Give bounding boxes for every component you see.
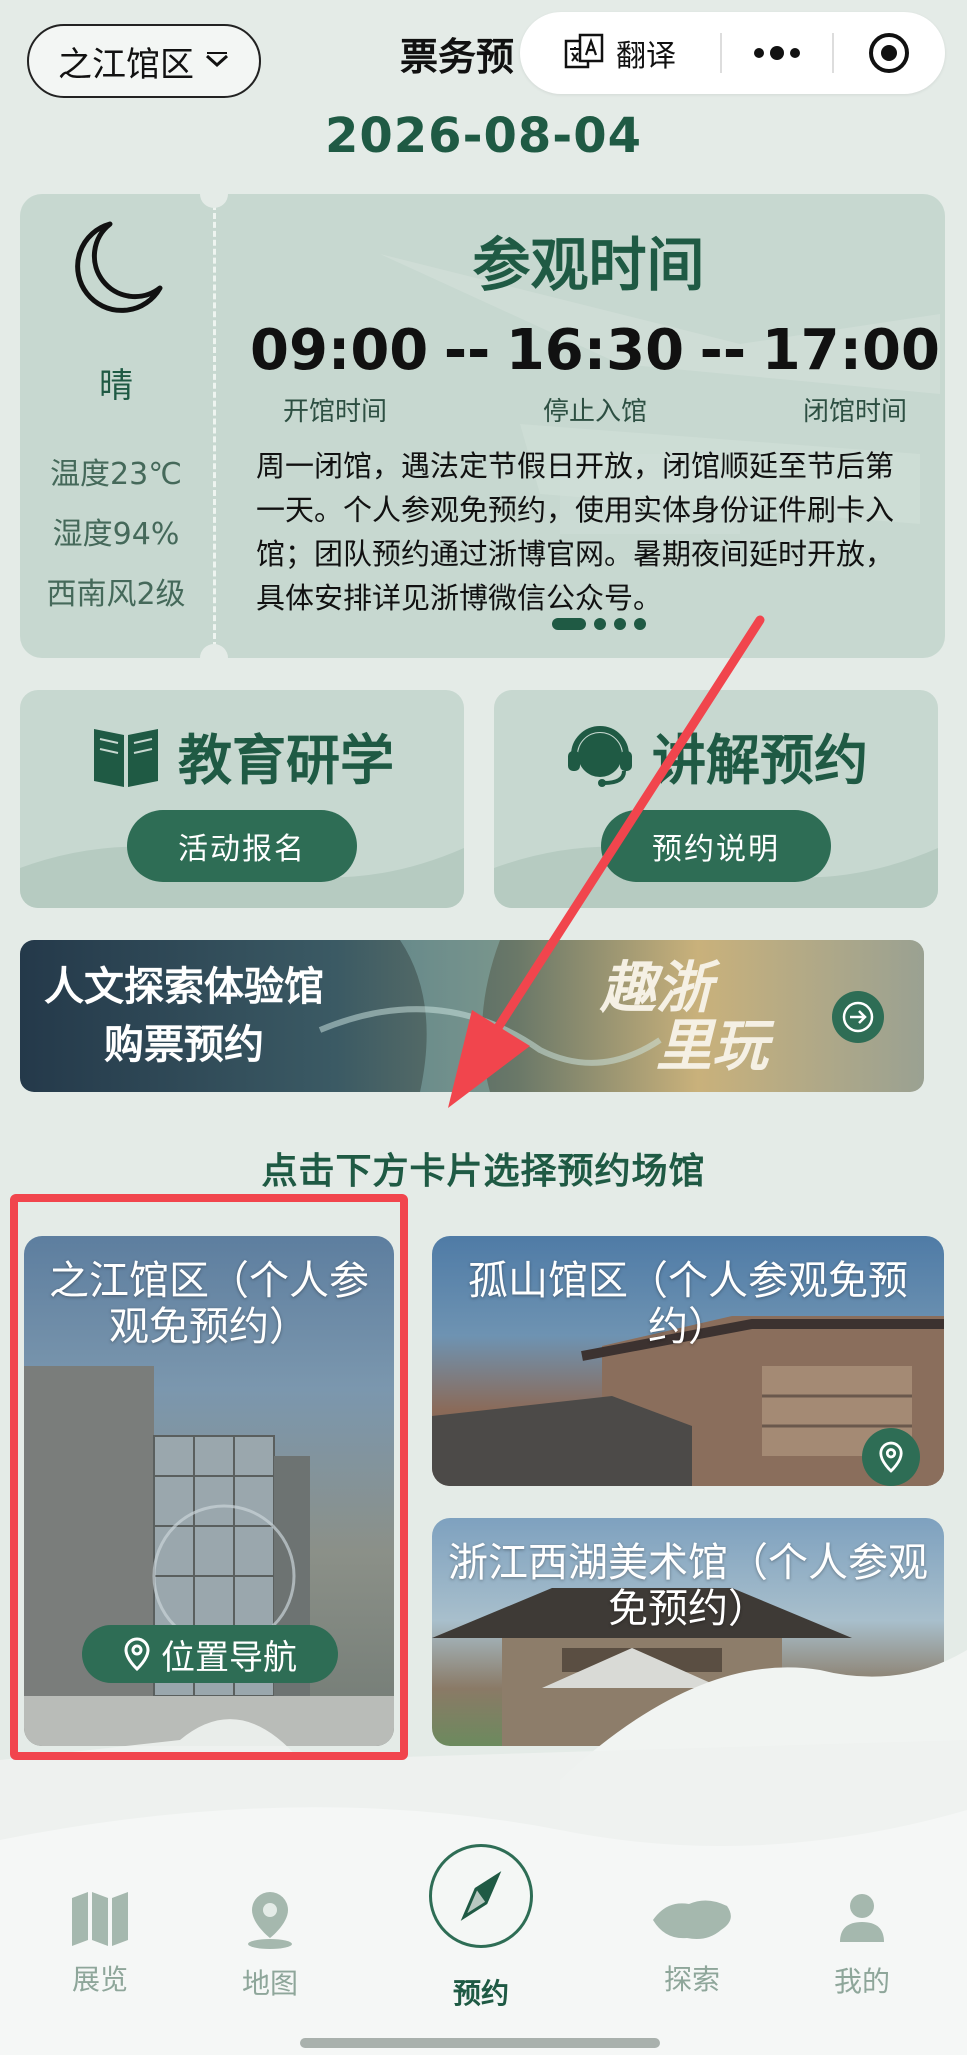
tab-label-explore: 探索: [663, 1963, 720, 1996]
venue-name-gushan: 孤山馆区（个人参观免预约）: [468, 1258, 908, 1350]
more-dots-icon: [754, 46, 800, 60]
bottom-navigation: 展览 地图 预约 探索 我的: [0, 1820, 967, 2020]
temperature: 温度23℃: [50, 457, 182, 492]
open-book-icon: [94, 728, 158, 787]
hours-title: 参观时间: [472, 231, 705, 299]
gushan-location-button[interactable]: [862, 1428, 920, 1486]
carousel-indicator: [552, 618, 646, 630]
carousel-dot-active: [552, 618, 586, 630]
time-separator: --: [699, 318, 747, 383]
chevron-down-icon: [205, 52, 229, 68]
tab-label-exhibitions: 展览: [71, 1963, 128, 1996]
carousel-dot: [634, 618, 646, 630]
compass-icon: [460, 1871, 502, 1921]
time-separator: --: [443, 318, 491, 383]
last-entry-label: 停止入馆: [542, 397, 647, 427]
banner-line-2: 购票预约: [104, 1022, 264, 1068]
banner-brand-line-2: 里玩: [656, 1014, 768, 1079]
open-time: 09:00: [250, 318, 429, 383]
translate-label: 翻译: [616, 39, 676, 74]
visit-notice: 周一闭馆，遇法定节假日开放，闭馆顺延至节后第一天。个人参观免预约，使用实体身份证…: [256, 449, 895, 615]
opening-hours-panel: 参观时间 09:00 -- 16:30 -- 17:00 开馆时间 停止入馆 闭…: [232, 194, 945, 658]
headset-icon: [568, 725, 632, 787]
venue-selector[interactable]: 之江馆区: [27, 24, 261, 98]
tab-profile[interactable]: 我的: [792, 1890, 932, 2000]
current-date: 2026-08-04: [324, 108, 643, 164]
weather-panel: 晴 温度23℃ 湿度94% 西南风2级: [20, 194, 212, 658]
time-labels: 开馆时间 停止入馆 闭馆时间: [250, 391, 940, 428]
miniprogram-capsule: 翻译: [520, 12, 945, 94]
map-pin-icon: [248, 1892, 292, 1949]
activity-signup-button[interactable]: 活动报名: [127, 810, 357, 882]
ticket-divider: [213, 204, 216, 648]
home-indicator: [300, 2038, 660, 2048]
location-pin-icon: [879, 1441, 903, 1473]
tab-label-map: 地图: [241, 1967, 298, 2000]
venue-selector-label: 之江馆区: [58, 44, 194, 85]
province-map-icon: [653, 1900, 731, 1939]
visit-info-card: 晴 温度23℃ 湿度94% 西南风2级 参观时间 09:00 -- 16:30 …: [20, 194, 945, 658]
translate-icon: [564, 33, 604, 69]
guide-title: 讲解预约: [652, 729, 868, 792]
close-miniprogram-button[interactable]: [834, 31, 944, 75]
selection-highlight-box: [10, 1194, 408, 1760]
time-row: 09:00 -- 16:30 -- 17:00: [250, 318, 940, 383]
education-title-row: 教育研学: [20, 716, 464, 795]
translate-button[interactable]: 翻译: [520, 31, 720, 75]
tab-label-booking: 预约: [452, 1977, 509, 2010]
education-title: 教育研学: [178, 729, 394, 792]
tab-exhibitions[interactable]: 展览: [30, 1890, 170, 1998]
banner-brand: 趣浙 里玩: [600, 960, 768, 1076]
select-venue-hint: 点击下方卡片选择预约场馆: [261, 1151, 706, 1192]
tab-booking-icon-ring[interactable]: [429, 1844, 533, 1948]
folded-map-icon: [72, 1892, 128, 1946]
wind: 西南风2级: [46, 577, 186, 612]
user-icon: [840, 1894, 884, 1942]
tab-map[interactable]: 地图: [200, 1890, 340, 2002]
humidity: 湿度94%: [52, 517, 180, 552]
more-button[interactable]: [722, 46, 832, 60]
banner-text: 人文探索体验馆 购票预约: [44, 958, 324, 1074]
tab-booking[interactable]: 预约: [411, 1972, 551, 2012]
banner-brand-line-1: 趣浙: [600, 956, 712, 1021]
venue-card-gushan[interactable]: 孤山馆区（个人参观免预约）: [432, 1236, 944, 1486]
guide-booking-card[interactable]: 讲解预约 预约说明: [494, 690, 938, 908]
banner-line-1: 人文探索体验馆: [44, 964, 324, 1010]
moon-icon: [75, 221, 163, 313]
last-entry-time: 16:30: [505, 318, 685, 383]
open-time-label: 开馆时间: [282, 397, 387, 427]
booking-info-button[interactable]: 预约说明: [601, 810, 831, 882]
education-card[interactable]: 教育研学 活动报名: [20, 690, 464, 908]
close-time-label: 闭馆时间: [802, 397, 907, 427]
page-title: 票务预: [400, 35, 515, 79]
tab-label-profile: 我的: [833, 1965, 890, 1998]
experience-hall-banner[interactable]: 人文探索体验馆 购票预约 趣浙 里玩: [20, 940, 924, 1092]
guide-title-row: 讲解预约: [494, 716, 938, 795]
carousel-dot: [614, 618, 626, 630]
close-time: 17:00: [761, 318, 940, 383]
arrow-right-circle-icon: [842, 1001, 874, 1033]
carousel-dot: [594, 618, 606, 630]
banner-enter-button[interactable]: [832, 991, 884, 1043]
target-close-icon: [869, 33, 909, 73]
tab-explore[interactable]: 探索: [622, 1890, 762, 1998]
weather-condition: 晴: [99, 366, 133, 406]
